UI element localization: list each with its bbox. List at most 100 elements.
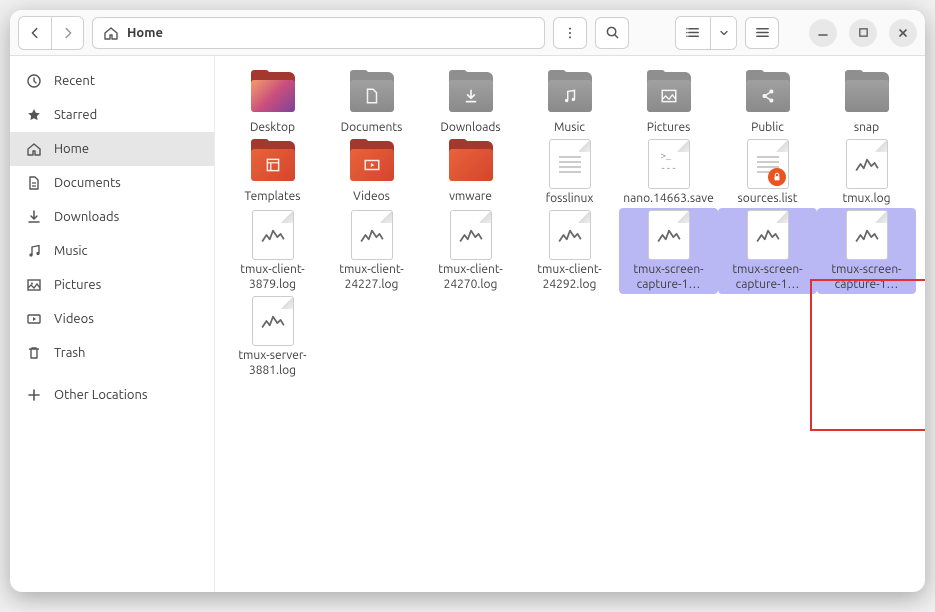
template-icon [264,156,282,174]
file-icon [846,210,888,260]
file-item[interactable]: sources.list [718,137,817,208]
file-item[interactable]: Public [718,68,817,137]
file-item[interactable]: tmux-screen-capture-1… [817,208,916,294]
sidebar-item-label: Documents [54,176,121,190]
hamburger-button[interactable] [745,17,779,49]
sidebar-item-label: Music [54,244,88,258]
content-area[interactable]: Desktop DocumentsDownloadsMusic Pictures Pu… [215,56,925,592]
pictures-icon [660,87,678,105]
file-item[interactable]: tmux.log [817,137,916,208]
search-button[interactable] [595,17,629,49]
file-label: Desktop [250,120,295,135]
file-icon [747,210,789,260]
file-icon: >_--- [648,139,690,189]
sidebar-item-label: Other Locations [54,388,148,402]
sidebar-item-documents[interactable]: Documents [10,166,214,200]
sidebar-item-label: Starred [54,108,97,122]
sidebar-item-recent[interactable]: Recent [10,64,214,98]
list-view-button[interactable] [676,17,710,49]
folder-icon [346,70,398,118]
minimize-button[interactable] [809,19,837,47]
file-item[interactable]: vmware [421,137,520,208]
sidebar-item-other-locations[interactable]: Other Locations [10,378,214,412]
view-dropdown-button[interactable] [710,17,736,49]
file-icon [252,210,294,260]
file-label: fosslinux [546,191,594,206]
sidebar-item-pictures[interactable]: Pictures [10,268,214,302]
file-label: tmux-client-24270.log [424,262,518,292]
kebab-icon [563,26,577,40]
sidebar-item-downloads[interactable]: Downloads [10,200,214,234]
folder-icon [346,139,398,187]
file-icon [549,210,591,260]
file-icon [846,139,888,189]
file-item[interactable]: fosslinux [520,137,619,208]
trash-icon [26,345,42,361]
file-item[interactable]: tmux-screen-capture-1… [619,208,718,294]
sidebar-item-label: Downloads [54,210,119,224]
file-item[interactable]: >_--- nano.14663.save [619,137,718,208]
document-icon [26,175,42,191]
file-label: sources.list [738,191,798,206]
download-icon [462,87,480,105]
file-item[interactable]: tmux-client-24270.log [421,208,520,294]
chevron-right-icon [61,26,75,40]
file-item[interactable]: Music [520,68,619,137]
file-label: tmux-client-24292.log [523,262,617,292]
file-label: tmux-screen-capture-1… [622,262,716,292]
file-grid: Desktop DocumentsDownloadsMusic Pictures Pu… [223,68,917,380]
file-item[interactable]: Downloads [421,68,520,137]
home-icon [103,25,119,41]
music-icon [561,87,579,105]
folder-icon [544,70,596,118]
file-item[interactable]: Templates [223,137,322,208]
folder-icon [445,70,497,118]
folder-icon [643,70,695,118]
file-label: Pictures [647,120,691,135]
close-icon [897,27,909,39]
back-button[interactable] [19,17,51,49]
sidebar-item-home[interactable]: Home [10,132,214,166]
file-item[interactable]: Pictures [619,68,718,137]
file-label: tmux-client-24227.log [325,262,419,292]
sidebar-item-label: Pictures [54,278,101,292]
path-bar[interactable]: Home [92,17,545,49]
hamburger-icon [755,25,770,40]
maximize-icon [858,27,869,38]
file-icon [450,210,492,260]
file-item[interactable]: Videos [322,137,421,208]
sidebar-item-label: Home [54,142,89,156]
folder-icon [445,139,497,187]
file-icon [648,210,690,260]
file-item[interactable]: Documents [322,68,421,137]
file-item[interactable]: snap [817,68,916,137]
maximize-button[interactable] [849,19,877,47]
sidebar-item-label: Trash [54,346,85,360]
file-item[interactable]: tmux-screen-capture-1… [718,208,817,294]
share-icon [759,87,777,105]
video-icon [363,156,381,174]
document-icon [363,87,381,105]
file-item[interactable]: tmux-client-24227.log [322,208,421,294]
file-item[interactable]: Desktop [223,68,322,137]
file-label: Videos [353,189,390,204]
folder-icon [841,70,893,118]
file-label: tmux-screen-capture-1… [721,262,815,292]
file-label: tmux-client-3879.log [226,262,320,292]
file-item[interactable]: tmux-client-24292.log [520,208,619,294]
music-icon [26,243,42,259]
clock-icon [26,73,42,89]
file-item[interactable]: tmux-server-3881.log [223,294,322,380]
close-button[interactable] [889,19,917,47]
sidebar-item-starred[interactable]: Starred [10,98,214,132]
minimize-icon [817,27,829,39]
path-menu-button[interactable] [553,17,587,49]
view-toggle [675,16,737,50]
sidebar-item-music[interactable]: Music [10,234,214,268]
lock-badge-icon [768,168,786,186]
file-label: nano.14663.save [623,191,713,206]
sidebar-item-videos[interactable]: Videos [10,302,214,336]
file-item[interactable]: tmux-client-3879.log [223,208,322,294]
forward-button[interactable] [51,17,83,49]
sidebar-item-trash[interactable]: Trash [10,336,214,370]
